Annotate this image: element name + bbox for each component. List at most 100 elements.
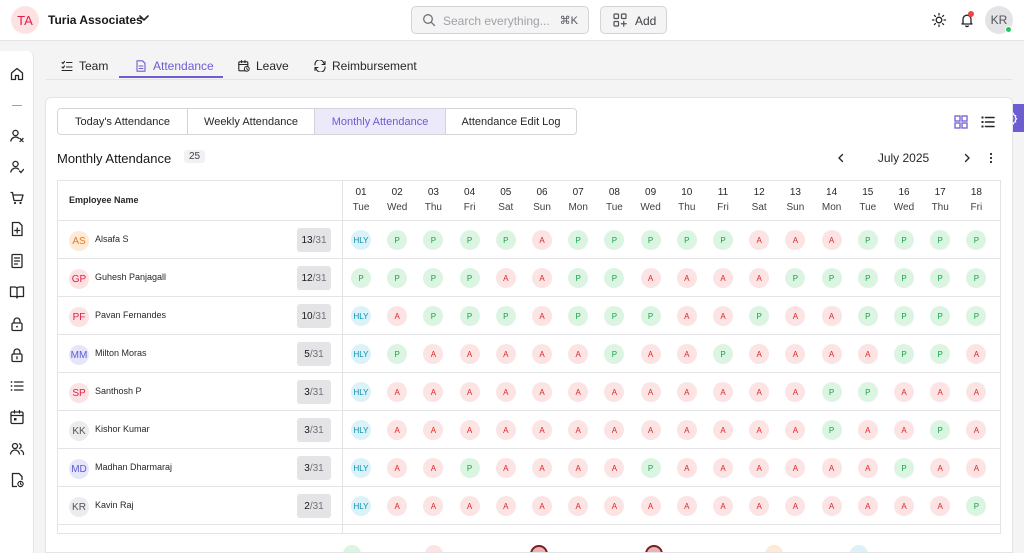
attendance-cell[interactable]: P: [966, 268, 987, 288]
attendance-cell[interactable]: A: [604, 458, 625, 478]
attendance-cell[interactable]: A: [749, 268, 770, 288]
attendance-cell[interactable]: P: [459, 230, 480, 250]
attendance-cell[interactable]: A: [785, 306, 806, 326]
attendance-cell[interactable]: HLY: [351, 420, 371, 440]
tab-reimbursement[interactable]: Reimbursement: [314, 52, 417, 79]
attendance-cell[interactable]: P: [604, 230, 625, 250]
table-row[interactable]: KK Kishor Kumar 3/31 HLY A A A A A A A A A A A A P A A P A: [58, 410, 1000, 448]
org-avatar[interactable]: TA: [11, 6, 39, 34]
attendance-cell[interactable]: P: [894, 344, 914, 364]
attendance-cell[interactable]: P: [568, 268, 589, 288]
attendance-cell[interactable]: A: [749, 496, 770, 516]
attendance-cell[interactable]: A: [749, 382, 770, 402]
attendance-cell[interactable]: P: [894, 268, 914, 288]
attendance-cell[interactable]: P: [894, 458, 914, 478]
table-row[interactable]: MM Milton Moras 5/31 HLY P A A A A A P A A P A A A A P P A: [58, 334, 1000, 372]
attendance-cell[interactable]: HLY: [351, 382, 371, 402]
add-button[interactable]: Add: [600, 6, 667, 34]
employee-name[interactable]: Guhesh Panjagall: [95, 272, 166, 282]
attendance-cell[interactable]: A: [676, 420, 697, 440]
chevron-right-icon[interactable]: [961, 152, 973, 164]
attendance-cell[interactable]: P: [423, 230, 444, 250]
employee-name[interactable]: Alsafa S: [95, 234, 129, 244]
attendance-cell[interactable]: A: [713, 268, 733, 288]
attendance-cell[interactable]: P: [821, 268, 842, 288]
attendance-cell[interactable]: A: [749, 420, 770, 440]
attendance-cell[interactable]: P: [749, 306, 770, 326]
org-name[interactable]: Turia Associates: [48, 13, 143, 27]
attendance-cell[interactable]: A: [676, 268, 697, 288]
attendance-cell[interactable]: A: [495, 268, 516, 288]
attendance-cell[interactable]: A: [857, 344, 878, 364]
attendance-cell[interactable]: P: [894, 230, 914, 250]
chevron-left-icon[interactable]: [835, 152, 847, 164]
attendance-cell[interactable]: A: [495, 420, 516, 440]
attendance-cell[interactable]: P: [640, 458, 661, 478]
tab-team[interactable]: Team: [61, 52, 108, 79]
more-vertical-icon[interactable]: [985, 152, 997, 164]
attendance-cell[interactable]: A: [387, 496, 408, 516]
subtab-monthly-attendance[interactable]: Monthly Attendance: [315, 109, 446, 134]
attendance-cell[interactable]: P: [713, 344, 733, 364]
attendance-cell[interactable]: P: [423, 268, 444, 288]
attendance-cell[interactable]: A: [532, 382, 552, 402]
attendance-cell[interactable]: A: [713, 306, 733, 326]
attendance-cell[interactable]: A: [568, 382, 589, 402]
attendance-cell[interactable]: P: [966, 306, 987, 326]
attendance-cell[interactable]: P: [857, 382, 878, 402]
attendance-cell[interactable]: A: [785, 420, 806, 440]
attendance-cell[interactable]: A: [459, 496, 480, 516]
attendance-cell[interactable]: A: [423, 344, 444, 364]
attendance-cell[interactable]: A: [604, 382, 625, 402]
attendance-cell[interactable]: HLY: [351, 496, 371, 516]
attendance-cell[interactable]: A: [640, 420, 661, 440]
attendance-cell[interactable]: HLY: [351, 344, 371, 364]
attendance-cell[interactable]: P: [676, 230, 697, 250]
attendance-cell[interactable]: A: [749, 230, 770, 250]
list-icon[interactable]: [9, 378, 25, 394]
table-row[interactable]: AS Alsafa S 13/31 HLY P P P P A P P P P P A A A P P P P: [58, 220, 1000, 258]
attendance-cell[interactable]: A: [676, 382, 697, 402]
attendance-cell[interactable]: P: [459, 458, 480, 478]
attendance-cell[interactable]: A: [821, 496, 842, 516]
attendance-cell[interactable]: A: [423, 496, 444, 516]
attendance-cell[interactable]: P: [821, 382, 842, 402]
tab-attendance[interactable]: Attendance: [135, 52, 214, 79]
attendance-cell[interactable]: A: [532, 420, 552, 440]
attendance-cell[interactable]: P: [568, 306, 589, 326]
employee-name[interactable]: Kavin Raj: [95, 500, 134, 510]
attendance-cell[interactable]: A: [749, 458, 770, 478]
receipt-icon[interactable]: [9, 253, 25, 269]
attendance-cell[interactable]: A: [640, 382, 661, 402]
attendance-cell[interactable]: HLY: [351, 458, 371, 478]
attendance-cell[interactable]: P: [604, 306, 625, 326]
attendance-cell[interactable]: P: [568, 230, 589, 250]
attendance-cell[interactable]: A: [495, 496, 516, 516]
attendance-cell[interactable]: A: [785, 496, 806, 516]
attendance-cell[interactable]: P: [930, 306, 951, 326]
attendance-cell[interactable]: A: [894, 496, 914, 516]
attendance-cell[interactable]: P: [857, 268, 878, 288]
attendance-cell[interactable]: A: [785, 230, 806, 250]
attendance-cell[interactable]: P: [459, 306, 480, 326]
book-open-icon[interactable]: [9, 284, 25, 300]
attendance-cell[interactable]: A: [821, 344, 842, 364]
attendance-cell[interactable]: A: [676, 496, 697, 516]
attendance-cell[interactable]: P: [930, 230, 951, 250]
attendance-cell[interactable]: A: [676, 458, 697, 478]
employee-name[interactable]: Kishor Kumar: [95, 424, 150, 434]
attendance-cell[interactable]: A: [894, 382, 914, 402]
employee-name[interactable]: Madhan Dharmaraj: [95, 462, 172, 472]
employee-name[interactable]: Santhosh P: [95, 386, 142, 396]
calendar-icon[interactable]: [9, 409, 25, 425]
user-x-icon[interactable]: [9, 128, 25, 144]
attendance-cell[interactable]: A: [966, 344, 987, 364]
attendance-cell[interactable]: P: [857, 306, 878, 326]
attendance-cell[interactable]: A: [423, 458, 444, 478]
attendance-cell[interactable]: A: [604, 496, 625, 516]
attendance-cell[interactable]: A: [387, 306, 408, 326]
attendance-cell[interactable]: A: [966, 420, 987, 440]
attendance-cell[interactable]: A: [532, 268, 552, 288]
attendance-cell[interactable]: A: [532, 306, 552, 326]
attendance-cell[interactable]: A: [495, 458, 516, 478]
